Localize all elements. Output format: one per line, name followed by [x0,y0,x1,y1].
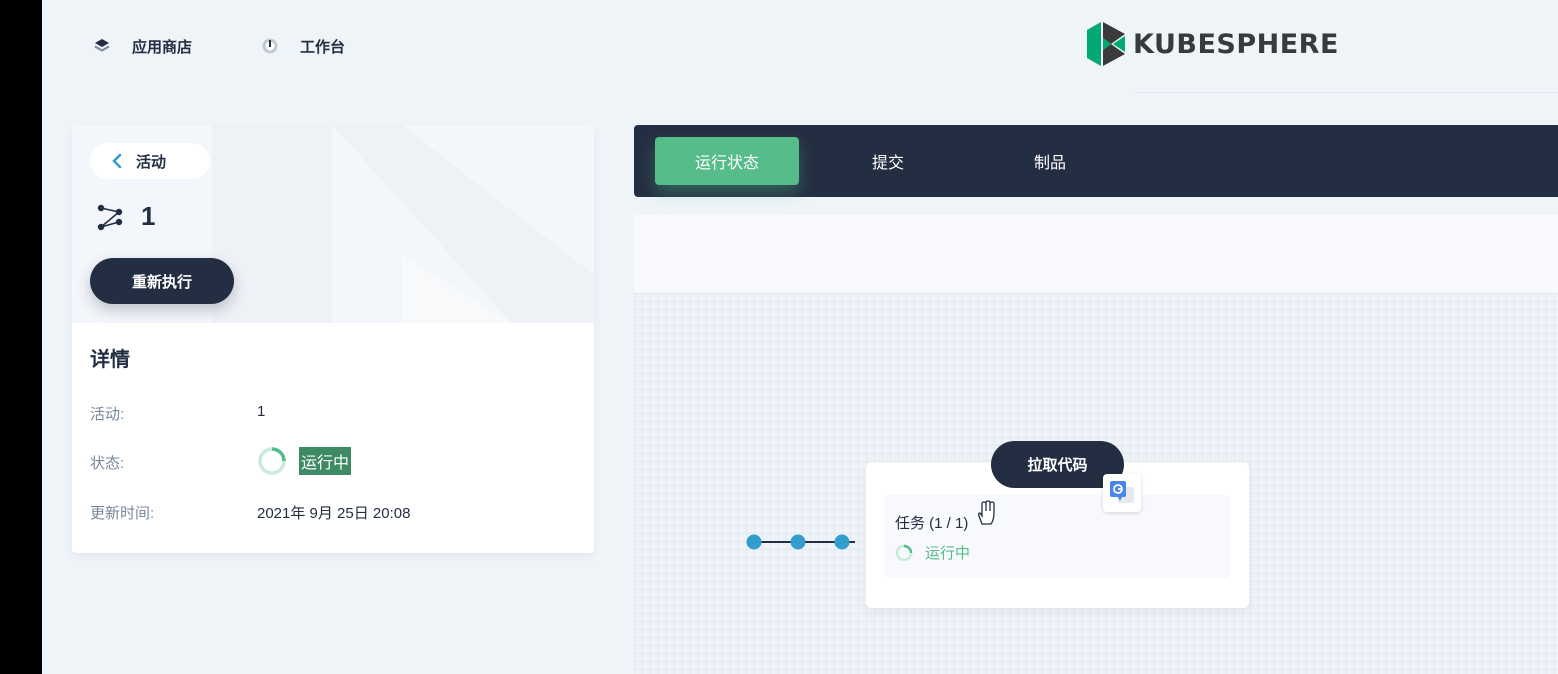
detail-value-activity-text: 1 [257,403,266,420]
detail-value-updated: 2021年 9月 25日 20:08 [257,502,410,523]
tab-commits[interactable]: 提交 [848,137,928,185]
nav-app-store[interactable]: 应用商店 [92,30,192,62]
nav-workbench[interactable]: 工作台 [260,30,345,62]
detail-title: 详情 [90,349,130,371]
nav-app-store-label: 应用商店 [132,38,193,56]
nav-workbench-label: 工作台 [300,38,346,56]
pipeline-node [746,534,762,550]
run-detail-card: 活动 1 重新执行 详情 活动: 1 状态: 运行中 更新时间: 2021年 9… [72,125,594,553]
run-number: 1 [97,201,155,232]
status-text: 运行中 [299,447,352,475]
detail-value-activity: 1 [257,403,265,420]
run-tabs-bar: 运行状态 提交 制品 [634,125,1558,197]
run-detail-header: 活动 1 重新执行 [72,125,594,323]
top-divider [1135,92,1558,93]
layers-icon [92,36,112,56]
tab-artifacts[interactable]: 制品 [1010,137,1090,185]
left-black-strip [0,0,42,674]
kubesphere-logo-icon [1087,22,1125,66]
task-status: 运行中 [895,542,970,563]
pipeline-node [790,534,806,550]
task-status-text: 运行中 [925,545,971,562]
run-number-value: 1 [141,201,156,231]
pipeline-start-connector [746,534,855,550]
pipeline-node [834,534,850,550]
google-translate-icon[interactable] [1103,474,1141,512]
pipeline-toolbar [634,215,1558,293]
dashboard-icon [260,36,280,56]
running-status-icon [895,544,913,562]
running-status-icon [257,446,287,476]
rerun-button[interactable]: 重新执行 [90,258,234,304]
back-to-activity-button[interactable]: 活动 [90,143,210,179]
kubesphere-logo[interactable]: KUBESPHERE [1087,22,1339,66]
logo-text: KUBESPHERE [1133,28,1339,60]
top-navigation-bar: 应用商店 工作台 KUBESPHERE [42,0,1558,92]
back-label: 活动 [136,153,167,171]
detail-key-activity: 活动: [90,406,125,423]
tab-run-status[interactable]: 运行状态 [655,137,799,185]
chevron-left-icon [112,153,122,169]
detail-key-status: 状态: [90,455,125,472]
detail-value-status: 运行中 [257,446,352,476]
detail-value-updated-text: 2021年 9月 25日 20:08 [257,505,411,522]
pipeline-icon [97,203,123,231]
detail-key-updated: 更新时间: [90,505,155,522]
task-label: 任务 (1 / 1) [895,515,969,532]
task-item[interactable]: 任务 (1 / 1) 运行中 [884,495,1230,578]
hand-cursor-icon [978,500,995,525]
